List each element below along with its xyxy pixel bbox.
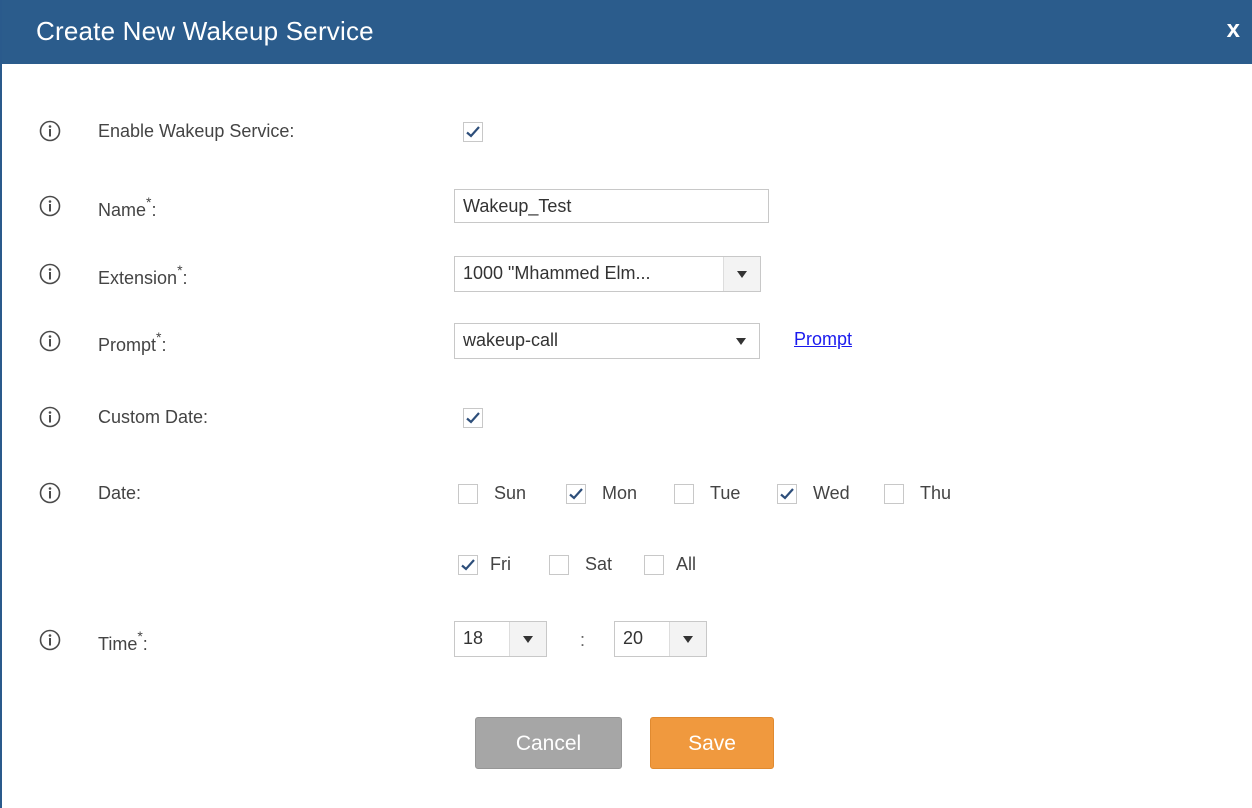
info-icon[interactable] xyxy=(39,263,61,285)
day-tue-label: Tue xyxy=(710,483,741,503)
extension-value: 1000 "Mhammed Elm... xyxy=(463,263,651,283)
extension-label: Extension*: xyxy=(98,262,188,288)
check-icon xyxy=(466,126,480,138)
time-row: Time*: 18 : 20 xyxy=(2,621,1252,661)
day-mon-label: Mon xyxy=(602,483,638,503)
time-label: Time*: xyxy=(98,628,148,654)
name-row: Name*: xyxy=(2,187,1252,227)
cancel-button[interactable]: Cancel xyxy=(475,717,622,769)
enable-wakeup-row: Enable Wakeup Service: xyxy=(2,112,1252,152)
minute-value: 20 xyxy=(623,628,644,648)
day-all-checkbox[interactable] xyxy=(644,555,664,575)
info-icon[interactable] xyxy=(39,406,61,428)
day-thu-checkbox[interactable] xyxy=(884,484,904,504)
minute-select[interactable]: 20 xyxy=(614,621,707,657)
enable-wakeup-checkbox[interactable] xyxy=(463,122,483,142)
day-thu-label: Thu xyxy=(920,483,952,503)
close-icon[interactable]: x xyxy=(1227,16,1240,44)
extension-select[interactable]: 1000 "Mhammed Elm... xyxy=(454,256,761,292)
check-icon xyxy=(569,488,583,500)
date-label: Date: xyxy=(98,483,142,503)
info-icon[interactable] xyxy=(39,120,61,142)
prompt-row: Prompt*: wakeup-call Prompt xyxy=(2,322,1252,362)
chevron-down-icon xyxy=(683,636,693,643)
dropdown-arrow xyxy=(509,622,546,656)
prompt-value: wakeup-call xyxy=(463,330,559,350)
date-row-2: Fri Sat All xyxy=(2,544,1252,584)
create-wakeup-dialog: Create New Wakeup Service x Enable Wakeu… xyxy=(0,0,1252,808)
check-icon xyxy=(466,412,480,424)
info-icon[interactable] xyxy=(39,482,61,504)
enable-wakeup-label: Enable Wakeup Service: xyxy=(98,121,295,141)
hour-select[interactable]: 18 xyxy=(454,621,547,657)
custom-date-label: Custom Date: xyxy=(98,407,209,427)
day-sun-checkbox[interactable] xyxy=(458,484,478,504)
custom-date-checkbox[interactable] xyxy=(463,408,483,428)
prompt-link[interactable]: Prompt xyxy=(794,329,852,350)
time-separator: : xyxy=(580,630,586,650)
dialog-title: Create New Wakeup Service xyxy=(36,16,374,46)
date-row: Date: Sun Mon Tue Wed Thu xyxy=(2,474,1252,514)
hour-value: 18 xyxy=(463,628,484,648)
chevron-down-icon xyxy=(737,271,747,278)
dialog-titlebar: Create New Wakeup Service x xyxy=(2,0,1252,64)
day-wed-checkbox[interactable] xyxy=(777,484,797,504)
custom-date-row: Custom Date: xyxy=(2,398,1252,438)
day-tue-checkbox[interactable] xyxy=(674,484,694,504)
check-icon xyxy=(461,559,475,571)
info-icon[interactable] xyxy=(39,195,61,217)
day-sat-checkbox[interactable] xyxy=(549,555,569,575)
info-icon[interactable] xyxy=(39,629,61,651)
extension-row: Extension*: 1000 "Mhammed Elm... xyxy=(2,255,1252,295)
chevron-down-icon xyxy=(736,338,746,345)
dropdown-arrow xyxy=(669,622,706,656)
day-mon-checkbox[interactable] xyxy=(566,484,586,504)
day-wed-label: Wed xyxy=(813,483,850,503)
check-icon xyxy=(780,488,794,500)
day-fri-label: Fri xyxy=(490,554,511,574)
day-fri-checkbox[interactable] xyxy=(458,555,478,575)
prompt-label: Prompt*: xyxy=(98,329,167,355)
day-sat-label: Sat xyxy=(585,554,613,574)
name-label: Name*: xyxy=(98,194,157,220)
day-all-label: All xyxy=(676,554,697,574)
save-button[interactable]: Save xyxy=(650,717,774,769)
dropdown-arrow xyxy=(723,324,759,358)
info-icon[interactable] xyxy=(39,330,61,352)
day-sun-label: Sun xyxy=(494,483,527,503)
name-input[interactable] xyxy=(454,189,769,223)
prompt-select[interactable]: wakeup-call xyxy=(454,323,760,359)
chevron-down-icon xyxy=(523,636,533,643)
dropdown-arrow xyxy=(723,257,760,291)
